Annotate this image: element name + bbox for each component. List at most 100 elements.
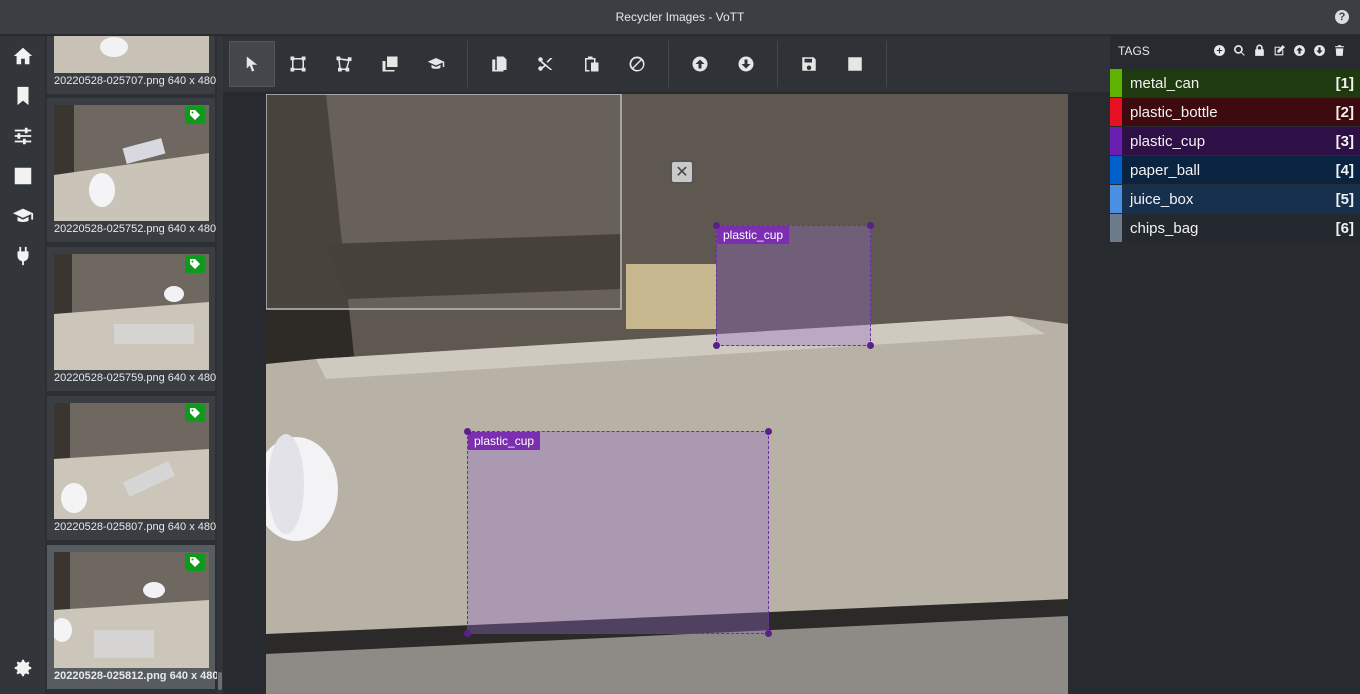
tag-name: plastic_bottle: [1130, 103, 1218, 121]
tag-color-swatch: [1110, 98, 1122, 126]
search-icon[interactable]: [1233, 44, 1246, 57]
thumbnail-filename: 20220528-025812.png: [54, 670, 167, 682]
resize-handle[interactable]: [713, 222, 720, 229]
resize-handle[interactable]: [464, 428, 471, 435]
move-up-icon[interactable]: [1293, 44, 1306, 57]
help-icon[interactable]: ?: [1335, 10, 1349, 24]
tag-item-metal-can[interactable]: metal_can [1]: [1110, 69, 1360, 97]
tag-item-paper-ball[interactable]: paper_ball [4]: [1110, 156, 1360, 184]
region-tag-label: plastic_cup: [717, 226, 790, 244]
region-tag-label: plastic_cup: [468, 432, 541, 450]
next-icon[interactable]: [723, 41, 769, 87]
copy-icon[interactable]: [476, 41, 522, 87]
tag-name: metal_can: [1130, 74, 1200, 92]
region-box[interactable]: plastic_cup: [464, 428, 772, 637]
tag-hotkey: [2]: [1335, 103, 1354, 121]
bookmark-icon[interactable]: [0, 76, 45, 116]
editor-area: ✕ plastic_cup plastic_cup: [223, 36, 1110, 694]
tag-hotkey: [4]: [1335, 161, 1354, 179]
resize-handle[interactable]: [867, 222, 874, 229]
thumbnail-item-active[interactable]: 20220528-025812.png 640 x 480: [47, 545, 217, 691]
tag-hotkey: [3]: [1335, 132, 1354, 150]
resize-handle[interactable]: [464, 630, 471, 637]
thumbnail-scrollbar-thumb[interactable]: [218, 672, 222, 690]
tags-actions: [1213, 44, 1346, 57]
cut-icon[interactable]: [522, 41, 568, 87]
tag-item-plastic-cup[interactable]: plastic_cup [3]: [1110, 127, 1360, 155]
thumbnail-filename: 20220528-025752.png: [54, 223, 165, 235]
thumbnail-size: 640 x 480: [167, 223, 217, 235]
tags-panel: TAGS metal_can [1] plastic_bottle [2] pl…: [1110, 36, 1360, 694]
tag-hotkey: [1]: [1335, 74, 1354, 92]
rectangle-icon[interactable]: [275, 41, 321, 87]
thumbnail-size: 640 x 480: [167, 372, 217, 384]
thumbnail-item[interactable]: 20220528-025759.png 640 x 480: [47, 247, 217, 393]
resize-handle[interactable]: [867, 342, 874, 349]
thumbnail-filename: 20220528-025759.png: [54, 372, 165, 384]
lock-icon[interactable]: [1253, 44, 1266, 57]
save-icon[interactable]: [786, 41, 832, 87]
tag-hotkey: [5]: [1335, 190, 1354, 208]
window-title: Recycler Images - VoTT: [615, 10, 745, 24]
export-icon[interactable]: [0, 156, 45, 196]
toolbar-separator: [777, 41, 778, 87]
resize-handle[interactable]: [713, 342, 720, 349]
tag-item-chips-bag[interactable]: chips_bag [6]: [1110, 214, 1360, 242]
thumbnail-image: [54, 36, 209, 73]
thumbnail-size: 640 x 480: [167, 75, 217, 87]
resize-handle[interactable]: [765, 630, 772, 637]
tagged-icon: [185, 404, 205, 422]
thumbnail-size: 640 x 480: [169, 670, 217, 682]
previous-icon[interactable]: [677, 41, 723, 87]
export-icon[interactable]: [832, 41, 878, 87]
tag-color-swatch: [1110, 214, 1122, 242]
thumbnail-list: 20220528-025707.png 640 x 480 20220528-0…: [45, 36, 217, 694]
tag-name: chips_bag: [1130, 219, 1199, 237]
move-down-icon[interactable]: [1313, 44, 1326, 57]
toolbar-separator: [467, 41, 468, 87]
left-nav: [0, 36, 45, 694]
thumbnail-item[interactable]: 20220528-025752.png 640 x 480: [47, 98, 217, 244]
polygon-icon[interactable]: [321, 41, 367, 87]
thumbnail-item[interactable]: 20220528-025707.png 640 x 480: [47, 36, 217, 96]
close-icon[interactable]: ✕: [670, 160, 694, 184]
tag-item-plastic-bottle[interactable]: plastic_bottle [2]: [1110, 98, 1360, 126]
tag-name: juice_box: [1130, 190, 1194, 208]
active-learning-icon[interactable]: [413, 41, 459, 87]
edit-icon[interactable]: [1273, 44, 1286, 57]
image-canvas[interactable]: ✕ plastic_cup plastic_cup: [266, 94, 1068, 694]
gear-icon[interactable]: [0, 648, 45, 688]
graduation-cap-icon[interactable]: [0, 196, 45, 236]
pointer-icon[interactable]: [229, 41, 275, 87]
home-icon[interactable]: [0, 36, 45, 76]
delete-icon[interactable]: [1333, 44, 1346, 57]
tag-color-swatch: [1110, 156, 1122, 184]
toolbar-separator: [886, 41, 887, 87]
tag-item-juice-box[interactable]: juice_box [5]: [1110, 185, 1360, 213]
tag-hotkey: [6]: [1335, 219, 1354, 237]
tagged-icon: [185, 553, 205, 571]
tagged-icon: [185, 255, 205, 273]
editor-toolbar: [223, 36, 1110, 92]
clear-icon[interactable]: [614, 41, 660, 87]
tag-color-swatch: [1110, 69, 1122, 97]
plug-icon[interactable]: [0, 236, 45, 276]
thumbnail-size: 640 x 480: [167, 521, 217, 533]
region-box[interactable]: plastic_cup: [713, 222, 874, 349]
thumbnail-item[interactable]: 20220528-025807.png 640 x 480: [47, 396, 217, 542]
paste-icon[interactable]: [568, 41, 614, 87]
tag-name: paper_ball: [1130, 161, 1201, 179]
tag-color-swatch: [1110, 127, 1122, 155]
toolbar-separator: [668, 41, 669, 87]
tags-title: TAGS: [1118, 44, 1150, 58]
resize-handle[interactable]: [765, 428, 772, 435]
thumbnail-filename: 20220528-025807.png: [54, 521, 165, 533]
thumbnail-filename: 20220528-025707.png: [54, 75, 165, 87]
add-tag-icon[interactable]: [1213, 44, 1226, 57]
tag-color-swatch: [1110, 185, 1122, 213]
copy-rectangle-icon[interactable]: [367, 41, 413, 87]
title-bar: Recycler Images - VoTT ?: [0, 0, 1360, 35]
tagged-icon: [185, 106, 205, 124]
tag-name: plastic_cup: [1130, 132, 1206, 150]
sliders-icon[interactable]: [0, 116, 45, 156]
